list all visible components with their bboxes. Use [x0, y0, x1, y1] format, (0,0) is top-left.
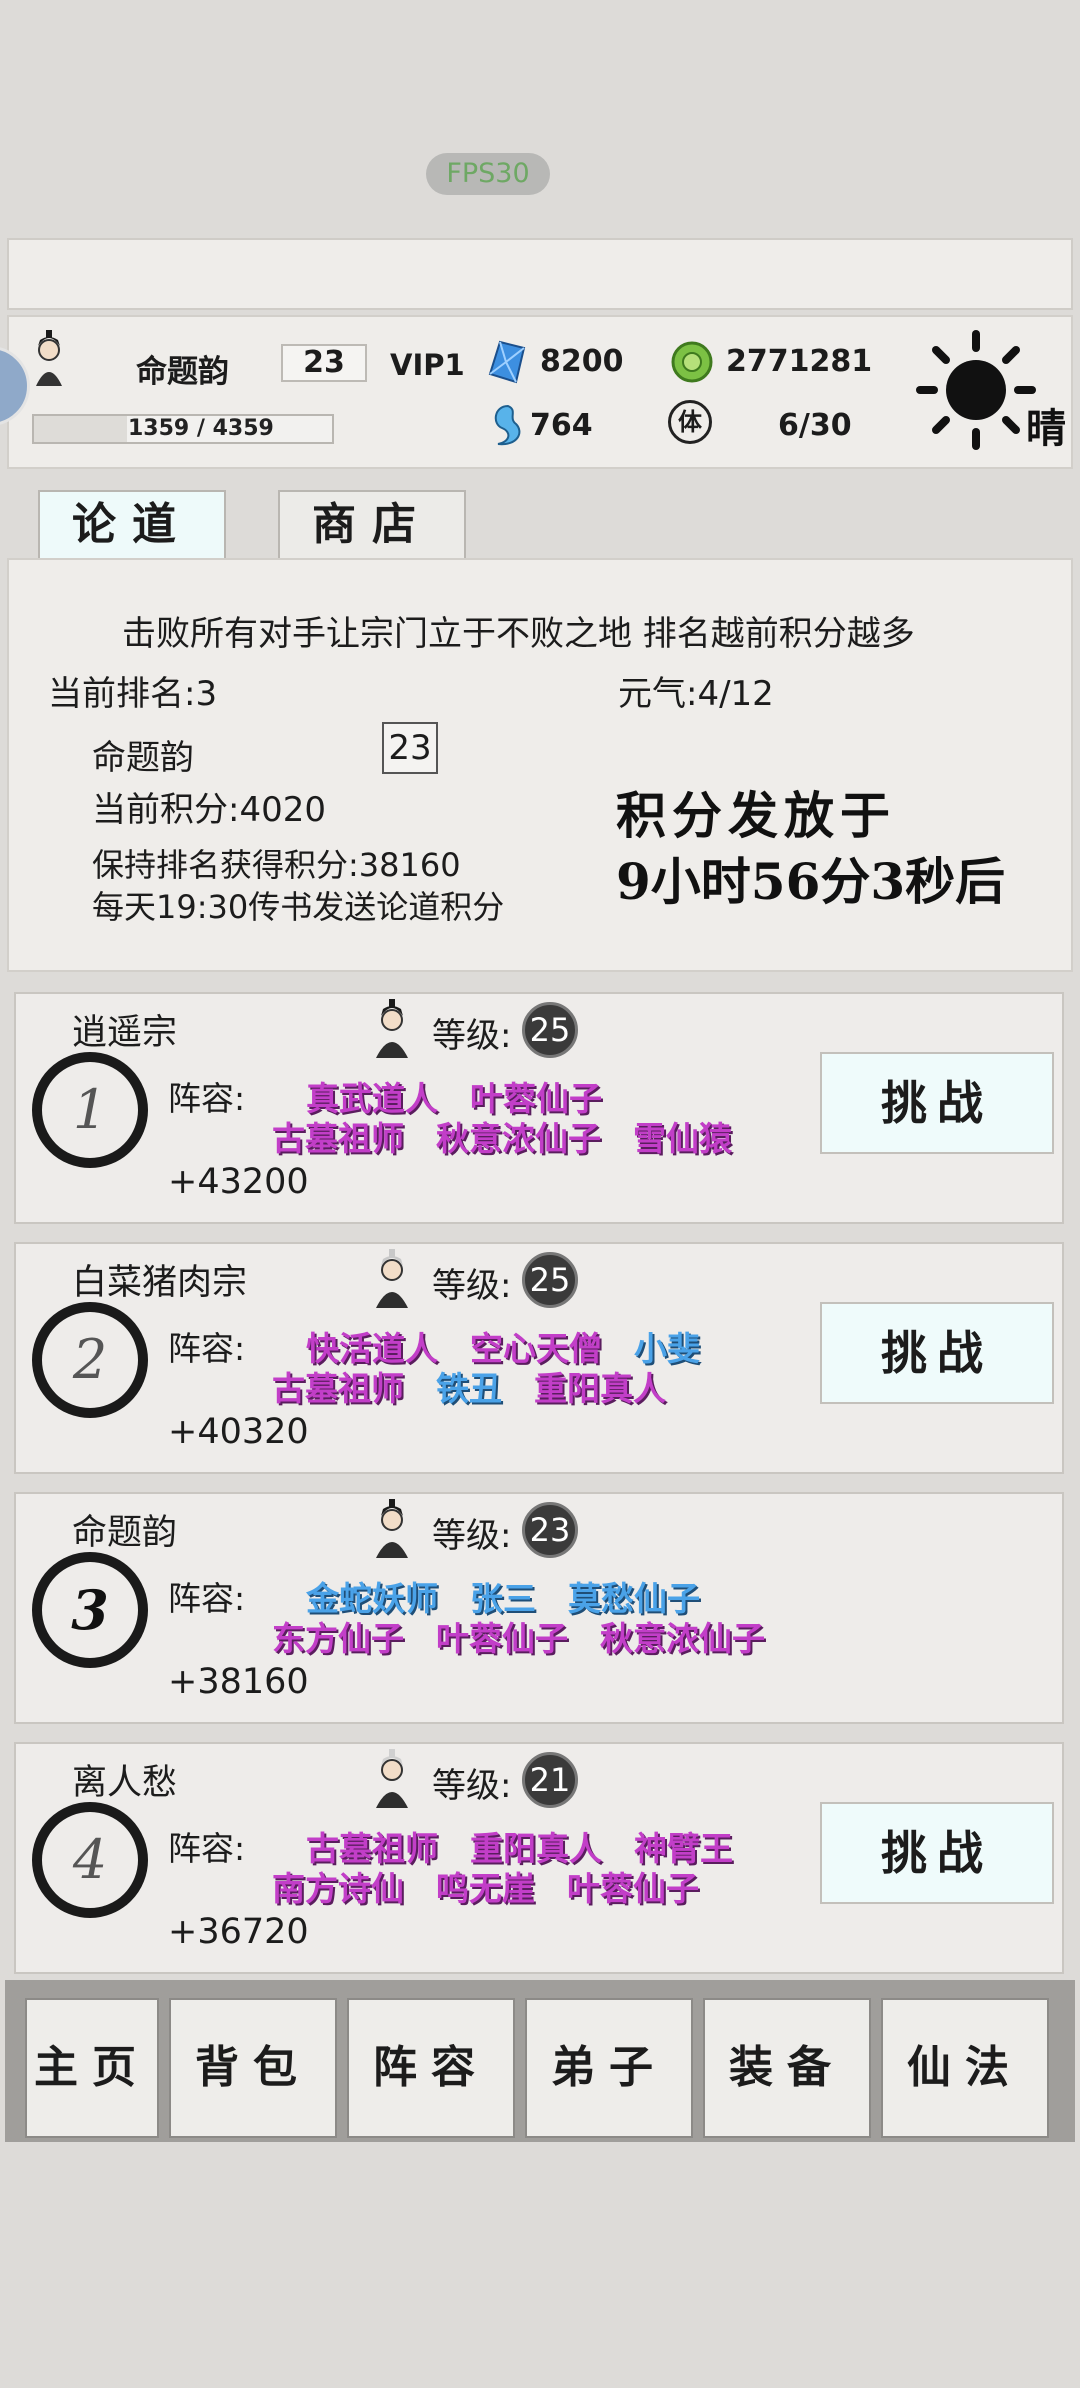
player-avatar[interactable] — [26, 328, 72, 388]
rank-badge: 2 — [32, 1302, 148, 1418]
opponent-portrait — [376, 1249, 408, 1308]
lineup-row2: 古墓祖师 铁丑 重阳真人 — [272, 1362, 698, 1410]
lineup-label: 阵容: — [168, 1329, 246, 1368]
tab-shop[interactable]: 商店 — [278, 490, 466, 560]
lineup-row2: 南方诗仙 鸣无崖 叶蓉仙子 — [272, 1862, 731, 1910]
nav-lineup[interactable]: 阵容 — [347, 1998, 515, 2138]
player-level: 23 — [281, 344, 367, 382]
nav-home[interactable]: 主页 — [25, 1998, 159, 2138]
opponent-card: 4 离人愁 等级: 21 阵容: 古墓祖师 重阳真人 神臂王 南方诗仙 鸣无崖 叶蓉仙子 +36720… — [14, 1742, 1064, 1974]
level-badge: 25 — [522, 1002, 578, 1058]
release-countdown: 9小时56分3秒后 — [616, 852, 1006, 911]
stamina-count: 6/30 — [778, 408, 852, 443]
spirit-icon — [494, 404, 521, 446]
coin-icon — [671, 341, 713, 383]
weather-label: 晴 — [1026, 405, 1066, 452]
hero-name[interactable]: 东方仙子 — [272, 1619, 404, 1658]
self-level-box: 23 — [382, 722, 438, 774]
self-name: 命题韵 — [92, 738, 194, 778]
level-label: 等级: — [432, 1266, 512, 1306]
stamina-icon: 体 — [668, 400, 712, 444]
yuanqi-text: 元气:4/12 — [618, 674, 774, 714]
challenge-button[interactable]: 挑战 — [820, 1052, 1054, 1154]
gem-count: 8200 — [540, 344, 624, 379]
daily-note: 每天19:30传书发送论道积分 — [92, 888, 505, 926]
nav-bag[interactable]: 背包 — [169, 1998, 337, 2138]
hero-name[interactable]: 鸣无崖 — [436, 1869, 535, 1908]
level-badge: 21 — [522, 1752, 578, 1808]
bottom-nav: 主页 背包 阵容 弟子 装备 仙法 — [5, 1980, 1075, 2142]
nav-magic[interactable]: 仙法 — [881, 1998, 1049, 2138]
rank-badge: 3 — [32, 1552, 148, 1668]
lineup-label: 阵容: — [168, 1079, 246, 1118]
coin-count: 2771281 — [726, 344, 873, 379]
hero-name[interactable]: 南方诗仙 — [272, 1869, 404, 1908]
hero-name[interactable]: 铁丑 — [436, 1369, 502, 1408]
opponent-card: 1 逍遥宗 等级: 25 阵容: 真武道人 叶蓉仙子 古墓祖师 秋意浓仙子 雪仙猿 +43200 挑战 — [14, 992, 1064, 1224]
release-label: 积分发放于 — [616, 786, 896, 845]
gem-icon — [488, 340, 526, 384]
lineup-label: 阵容: — [168, 1579, 246, 1618]
slogan-text: 击败所有对手让宗门立于不败之地 排名越前积分越多 — [122, 614, 915, 654]
opponent-portrait — [376, 999, 408, 1058]
level-label: 等级: — [432, 1516, 512, 1556]
nav-equipment[interactable]: 装备 — [703, 1998, 871, 2138]
score-reward: +43200 — [168, 1162, 309, 1202]
level-badge: 25 — [522, 1252, 578, 1308]
hero-name[interactable]: 雪仙猿 — [633, 1119, 732, 1158]
lineup-row2: 古墓祖师 秋意浓仙子 雪仙猿 — [272, 1112, 764, 1160]
stamina-icon-glyph: 体 — [678, 407, 702, 436]
nav-disciples[interactable]: 弟子 — [525, 1998, 693, 2138]
score-reward: +36720 — [168, 1912, 309, 1952]
level-badge: 23 — [522, 1502, 578, 1558]
sect-name: 白菜猪肉宗 — [72, 1263, 248, 1303]
challenge-button[interactable]: 挑战 — [820, 1302, 1054, 1404]
player-status-bar — [7, 315, 1073, 469]
current-points: 当前积分:4020 — [92, 790, 326, 830]
spirit-count: 764 — [530, 408, 593, 443]
hero-name[interactable]: 秋意浓仙子 — [436, 1119, 601, 1158]
tab-lundao[interactable]: 论道 — [38, 490, 226, 560]
hero-name[interactable]: 古墓祖师 — [272, 1119, 404, 1158]
hero-name[interactable]: 古墓祖师 — [272, 1369, 404, 1408]
current-rank: 当前排名:3 — [48, 674, 218, 714]
opponent-portrait — [376, 1499, 408, 1558]
sun-icon — [916, 330, 1036, 450]
sect-name: 离人愁 — [72, 1763, 178, 1803]
opponent-card: 3 命题韵 等级: 23 阵容: 金蛇妖师 张三 莫愁仙子 东方仙子 叶蓉仙子 秋意浓仙子 +3816… — [14, 1492, 1064, 1724]
exp-bar: 1359 / 4359 — [32, 414, 334, 444]
keep-rank-points: 保持排名获得积分:38160 — [92, 846, 461, 884]
level-label: 等级: — [432, 1766, 512, 1806]
exp-bar-fill — [34, 416, 127, 442]
opponent-portrait — [376, 1749, 408, 1808]
lineup-row2: 东方仙子 叶蓉仙子 秋意浓仙子 — [272, 1612, 797, 1660]
score-reward: +40320 — [168, 1412, 309, 1452]
sect-name: 逍遥宗 — [72, 1013, 178, 1053]
sect-name: 命题韵 — [72, 1513, 178, 1553]
hero-name[interactable]: 叶蓉仙子 — [567, 1869, 699, 1908]
player-name: 命题韵 — [136, 354, 229, 390]
top-banner — [7, 238, 1073, 310]
level-label: 等级: — [432, 1016, 512, 1056]
score-reward: +38160 — [168, 1662, 309, 1702]
exp-text: 1359 / 4359 — [128, 416, 274, 441]
hero-name[interactable]: 秋意浓仙子 — [600, 1619, 765, 1658]
challenge-button[interactable]: 挑战 — [820, 1802, 1054, 1904]
opponent-card: 2 白菜猪肉宗 等级: 25 阵容: 快活道人 空心天僧 小斐 古墓祖师 铁丑 重阳真人 +40320… — [14, 1242, 1064, 1474]
lineup-label: 阵容: — [168, 1829, 246, 1868]
hero-name[interactable]: 叶蓉仙子 — [436, 1619, 568, 1658]
hero-name[interactable]: 重阳真人 — [534, 1369, 666, 1408]
rank-badge: 4 — [32, 1802, 148, 1918]
fps-indicator: FPS30 — [426, 153, 550, 195]
rank-badge: 1 — [32, 1052, 148, 1168]
vip-label[interactable]: VIP1 — [390, 348, 465, 382]
